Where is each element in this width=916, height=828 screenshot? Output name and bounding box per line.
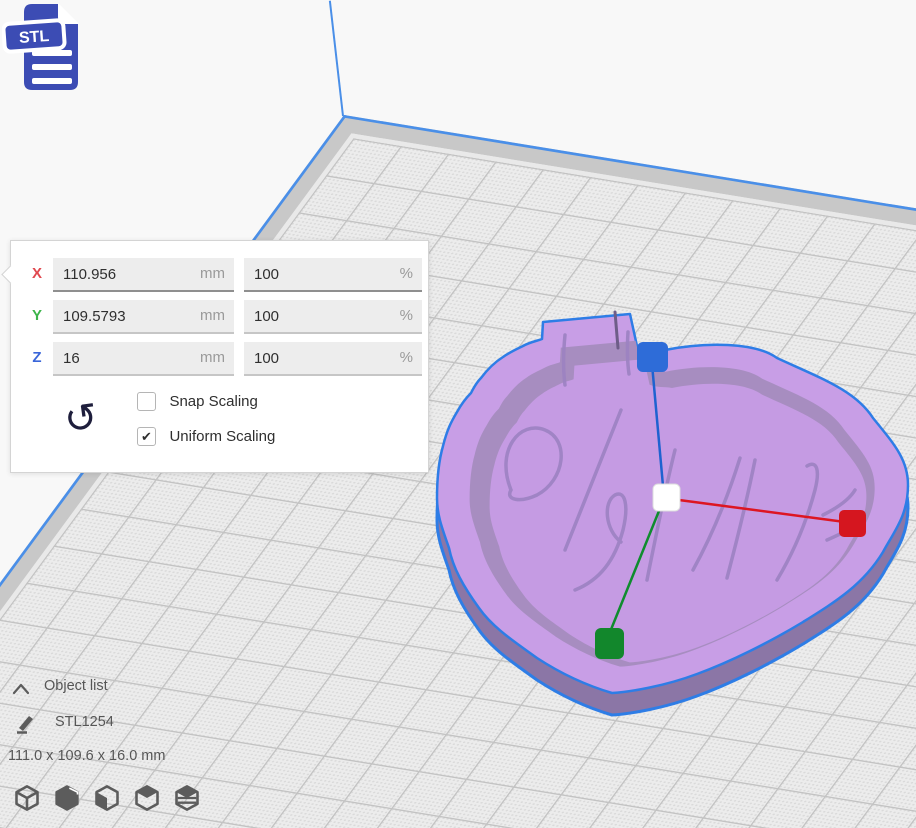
y-mm-field: mm xyxy=(53,300,234,334)
model-heart-mold[interactable] xyxy=(425,290,916,720)
viewport-3d[interactable]: STL X mm % Y mm % xyxy=(0,0,916,828)
stl-badge-label: STL xyxy=(18,28,50,47)
x-percent-input[interactable] xyxy=(244,258,422,290)
z-percent-field: % xyxy=(244,342,422,376)
uniform-scaling-label: Uniform Scaling xyxy=(169,428,275,445)
object-list-hud: Object list STL1254 111.0 x 109.6 x 16.0… xyxy=(0,670,280,828)
reset-arrow-icon: ↺ xyxy=(56,390,107,448)
view-front-icon xyxy=(52,784,82,812)
reset-scale-button[interactable]: ↺ xyxy=(59,391,103,447)
gizmo-x-handle[interactable] xyxy=(839,510,866,537)
y-percent-input[interactable] xyxy=(244,300,422,332)
plate-corner-axis-line xyxy=(329,1,344,116)
z-mm-field: mm xyxy=(53,342,234,376)
view-front-button[interactable] xyxy=(52,784,82,812)
uniform-check-glyph: ✔ xyxy=(138,428,155,445)
snap-scaling-checkbox[interactable] xyxy=(137,392,156,411)
axis-label-x: X xyxy=(25,258,49,290)
chevron-up-icon[interactable] xyxy=(12,682,30,695)
scale-row-x: X mm % xyxy=(11,258,428,290)
model-dimensions-label: 111.0 x 109.6 x 16.0 mm xyxy=(8,748,165,764)
snap-scaling-label: Snap Scaling xyxy=(169,393,257,410)
scale-tool-panel: X mm % Y mm % Z mm xyxy=(10,240,429,473)
view-left-button[interactable] xyxy=(132,784,162,812)
view-top-icon xyxy=(92,784,122,812)
scale-row-z: Z mm % xyxy=(11,342,428,374)
scale-row-y: Y mm % xyxy=(11,300,428,332)
view-left-icon xyxy=(132,784,162,812)
gizmo-y-handle[interactable] xyxy=(595,628,624,659)
view-3d-icon xyxy=(12,784,42,812)
document-lines xyxy=(32,50,72,84)
z-mm-input[interactable] xyxy=(53,342,234,374)
view-right-icon xyxy=(172,784,202,812)
z-percent-input[interactable] xyxy=(244,342,422,374)
x-mm-field: mm xyxy=(53,258,234,292)
view-3d-button[interactable] xyxy=(12,784,42,812)
stl-badge: STL xyxy=(3,20,65,52)
axis-label-z: Z xyxy=(25,342,49,374)
gizmo-z-handle[interactable] xyxy=(637,342,668,372)
gizmo-center-handle[interactable] xyxy=(653,484,680,511)
object-list-item-name[interactable]: STL1254 xyxy=(55,714,114,730)
axis-label-y: Y xyxy=(25,300,49,332)
camera-view-toolbar xyxy=(12,784,202,812)
view-top-button[interactable] xyxy=(92,784,122,812)
x-mm-input[interactable] xyxy=(53,258,234,290)
y-percent-field: % xyxy=(244,300,422,334)
uniform-scaling-checkbox[interactable]: ✔ xyxy=(137,427,156,446)
pencil-icon[interactable] xyxy=(14,712,36,734)
object-list-title[interactable]: Object list xyxy=(44,678,108,694)
x-percent-field: % xyxy=(244,258,422,292)
y-mm-input[interactable] xyxy=(53,300,234,332)
uniform-scaling-row: ✔ Uniform Scaling xyxy=(137,427,275,447)
snap-scaling-row: Snap Scaling xyxy=(137,392,258,412)
stl-file-icon: STL xyxy=(2,0,90,96)
view-right-button[interactable] xyxy=(172,784,202,812)
